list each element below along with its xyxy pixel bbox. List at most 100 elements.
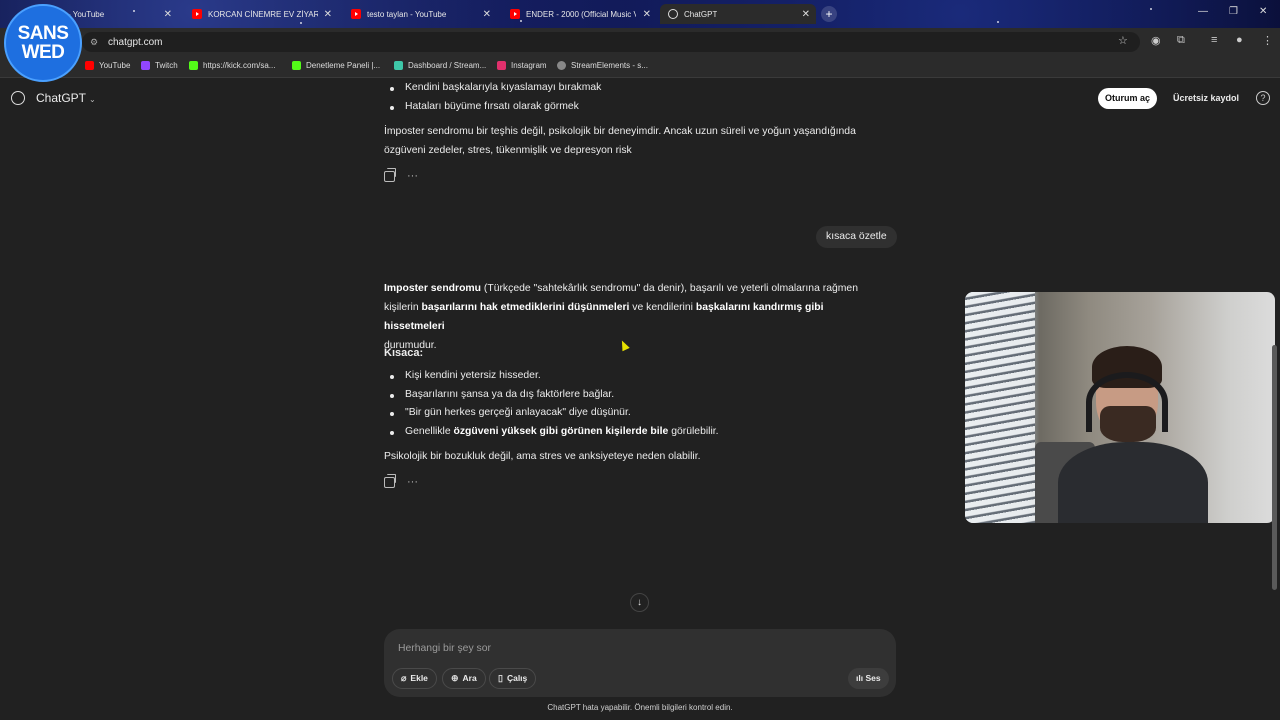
text: kişilerin — [384, 302, 422, 313]
maximize-button[interactable]: ❐ — [1229, 6, 1238, 17]
paragraph-line: İmposter sendromu bir teşhis değil, psik… — [384, 126, 856, 137]
close-icon[interactable]: ✕ — [324, 9, 332, 20]
new-tab-button[interactable]: + — [821, 6, 837, 22]
globe-icon: ⊕ — [451, 673, 459, 683]
login-button[interactable]: Oturum aç — [1098, 88, 1158, 109]
bookmark-label: Twitch — [155, 61, 178, 70]
list-item-text: Kişi kendini yetersiz hisseder. — [405, 370, 541, 381]
close-window-button[interactable]: ✕ — [1259, 6, 1267, 17]
bold-text: başarılarını hak etmediklerini düşünmele… — [421, 302, 630, 313]
prompt-input[interactable]: Herhangi bir şey sor — [398, 643, 491, 654]
answer-intro: Imposter sendromu (Türkçede "sahtekârlık… — [384, 279, 884, 355]
streamer — [1058, 346, 1208, 523]
minimize-button[interactable]: — — [1198, 6, 1208, 17]
bookmark-twitch[interactable]: Twitch — [141, 61, 178, 70]
bookmark-label: YouTube — [99, 61, 131, 70]
youtube-icon — [192, 9, 202, 19]
disclaimer: ChatGPT hata yapabilir. Önemli bilgileri… — [547, 703, 733, 712]
bold-text: özgüveni yüksek gibi görünen kişilerde b… — [453, 426, 669, 437]
incognito-icon[interactable]: ◉ — [1151, 34, 1161, 47]
tab-title: ChatGPT — [684, 9, 718, 19]
help-icon[interactable]: ? — [1256, 91, 1270, 105]
bookmarks-bar: YouTube Twitch https://kick.com/sa... De… — [0, 56, 1280, 78]
bookmark-youtube[interactable]: YouTube — [85, 61, 130, 70]
tab-chatgpt[interactable]: ChatGPT ✕ — [660, 4, 816, 24]
youtube-icon — [510, 9, 520, 19]
signup-button[interactable]: Ücretsiz kaydol — [1166, 88, 1246, 109]
bookmark-denetleme[interactable]: Denetleme Paneli |... — [292, 61, 380, 70]
close-icon[interactable]: ✕ — [643, 9, 651, 20]
list-item-text: "Bir gün herkes gerçeği anlayacak" diye … — [405, 407, 631, 418]
model-selector[interactable]: ChatGPT ⌄ — [36, 91, 96, 105]
bookmark-streamelements[interactable]: StreamElements - s... — [557, 61, 648, 70]
menu-icon[interactable]: ⋮ — [1262, 34, 1273, 47]
model-name: ChatGPT — [36, 91, 87, 105]
tab-title: ENDER - 2000 (Official Music V — [526, 9, 636, 19]
chatgpt-icon — [668, 9, 678, 19]
paperclip-icon: ⌀ — [401, 673, 407, 683]
headset — [1086, 372, 1168, 432]
bookmark-label: StreamElements - s... — [571, 61, 648, 70]
profile-avatar[interactable]: ● — [1236, 34, 1243, 46]
copy-icon[interactable] — [384, 167, 396, 182]
bookmark-label: Instagram — [511, 61, 547, 70]
chevron-down-icon: ⌄ — [89, 95, 96, 104]
bookmark-star-icon[interactable]: ☆ — [1118, 34, 1128, 47]
tab-ender[interactable]: ENDER - 2000 (Official Music V ✕ — [502, 4, 657, 24]
voice-button[interactable]: ılı Ses — [848, 668, 889, 689]
list-item: Kendini başkalarıyla kıyaslamayı bırakma… — [384, 82, 601, 93]
bookmark-dashboard[interactable]: Dashboard / Stream... — [394, 61, 486, 70]
twitch-icon — [141, 61, 150, 70]
close-icon[interactable]: ✕ — [483, 9, 491, 20]
more-options-icon[interactable]: ··· — [407, 170, 418, 182]
tab-korcan[interactable]: KORCAN CİNEMRE EV ZİYARETİ ✕ — [184, 4, 338, 24]
attach-button[interactable]: ⌀ Ekle — [392, 668, 437, 689]
button-label: Çalış — [506, 673, 528, 683]
address-bar-row: ⚙ chatgpt.com — [0, 28, 1280, 56]
close-icon[interactable]: ✕ — [802, 9, 810, 20]
text: görülebilir. — [668, 426, 719, 437]
window-blinds — [965, 292, 1035, 523]
streamelements-icon — [557, 61, 566, 70]
webcam-overlay — [965, 292, 1275, 523]
site-settings-icon[interactable]: ⚙ — [90, 37, 100, 47]
search-button[interactable]: ⊕ Ara — [442, 668, 486, 689]
copy-icon[interactable] — [384, 473, 396, 488]
button-label: Ekle — [410, 673, 428, 683]
more-options-icon[interactable]: ··· — [407, 476, 418, 488]
list-item-text: Hataları büyüme fırsatı olarak görmek — [405, 101, 579, 112]
dashboard-icon — [394, 61, 403, 70]
browser-tab-strip: - YouTube ✕ KORCAN CİNEMRE EV ZİYARETİ ✕… — [0, 0, 1280, 28]
paragraph: İmposter sendromu bir teşhis değil, psik… — [384, 122, 884, 160]
youtube-icon — [85, 61, 94, 70]
url-bar[interactable]: ⚙ chatgpt.com — [82, 32, 1140, 52]
tab-testo[interactable]: testo taylan - YouTube ✕ — [343, 4, 497, 24]
bookmark-kick[interactable]: https://kick.com/sa... — [189, 61, 275, 70]
media-icon[interactable]: ≡ — [1211, 34, 1217, 46]
bookmark-label: Denetleme Paneli |... — [306, 61, 381, 70]
book-icon: ▯ — [498, 673, 503, 683]
list-item: Genellikle özgüveni yüksek gibi görünen … — [384, 426, 719, 437]
bold-text: Imposter sendromu — [384, 283, 481, 294]
list-item: Kişi kendini yetersiz hisseder. — [384, 370, 541, 381]
youtube-icon — [351, 9, 361, 19]
bookmark-label: https://kick.com/sa... — [203, 61, 276, 70]
paragraph-line: özgüveni zedeler, stres, tükenmişlik ve … — [384, 145, 632, 156]
chatgpt-logo-icon — [11, 91, 25, 105]
stream-logo: SANS WED — [4, 4, 82, 82]
close-icon[interactable]: ✕ — [164, 9, 172, 20]
bookmark-instagram[interactable]: Instagram — [497, 61, 547, 70]
scrollbar[interactable] — [1272, 345, 1277, 590]
list-item: Başarılarını şansa ya da dış faktörlere … — [384, 389, 614, 400]
list-item: "Bir gün herkes gerçeği anlayacak" diye … — [384, 407, 631, 418]
url-text: chatgpt.com — [108, 36, 163, 48]
button-label: Ara — [462, 673, 477, 683]
tab-title: - YouTube — [68, 9, 105, 19]
study-button[interactable]: ▯ Çalış — [489, 668, 537, 689]
instagram-icon — [497, 61, 506, 70]
tab-youtube-1[interactable]: - YouTube ✕ — [60, 4, 178, 24]
scroll-down-button[interactable]: ↓ — [630, 593, 649, 612]
message-composer[interactable]: Herhangi bir şey sor ⌀ Ekle ⊕ Ara ▯ Çalış ı… — [384, 629, 896, 697]
extensions-icon[interactable]: ⧉ — [1177, 34, 1185, 47]
button-label: Ses — [865, 673, 881, 683]
